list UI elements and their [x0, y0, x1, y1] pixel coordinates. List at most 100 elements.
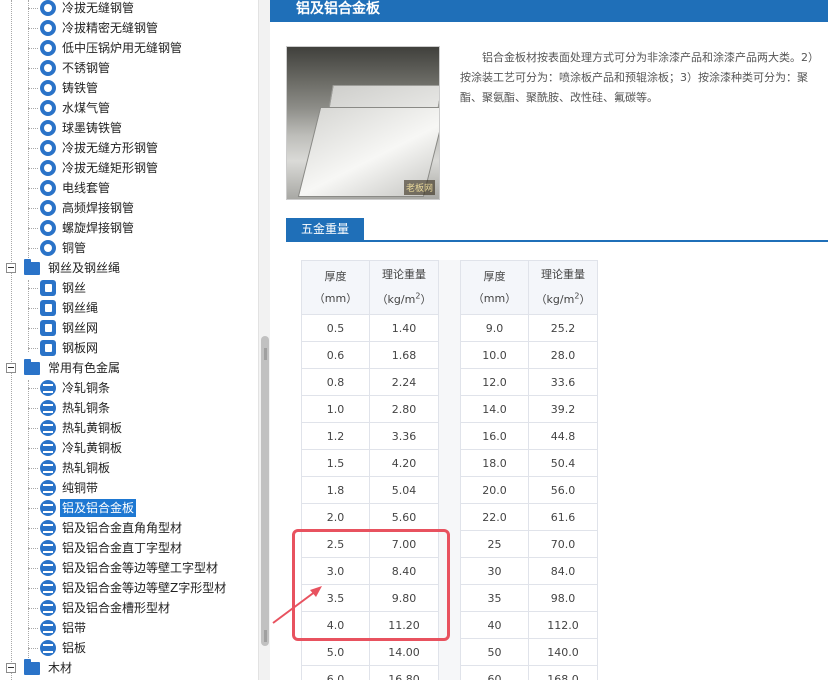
tree-item[interactable]: 钢丝绳 — [40, 298, 100, 318]
tree-connector — [28, 648, 38, 649]
folder-icon — [24, 358, 40, 375]
collapse-toggle-icon[interactable] — [6, 363, 16, 373]
tree-connector — [28, 528, 38, 529]
tree-group[interactable]: 常用有色金属 — [6, 358, 122, 378]
tree-item-label: 铝及铝合金槽形型材 — [62, 601, 171, 615]
table-header-row: 厚度 （mm） 理论重量 （kg/m2） — [460, 260, 598, 315]
tree-item[interactable]: 热轧铜条 — [40, 398, 112, 418]
tree-item-label: 铝及铝合金等边等壁工字型材 — [62, 561, 219, 575]
tree-item-label: 螺旋焊接钢管 — [62, 221, 135, 235]
table-row: 14.0 39.2 — [460, 395, 598, 423]
metal-item-icon — [40, 640, 56, 656]
tree-item[interactable]: 铝板 — [40, 638, 88, 658]
collapse-toggle-icon[interactable] — [6, 263, 16, 273]
table-row: 5.0 14.00 — [301, 638, 439, 666]
tree-item[interactable]: 高频焊接钢管 — [40, 198, 136, 218]
cell-weight: 2.24 — [369, 368, 439, 396]
header-label: 厚度 — [483, 269, 506, 283]
cell-thickness: 10.0 — [460, 341, 529, 369]
scrollbar-thumb[interactable] — [261, 336, 269, 646]
tree-item-label: 热轧黄铜板 — [62, 421, 123, 435]
tree-item[interactable]: 冷拔无缝方形钢管 — [40, 138, 160, 158]
tree-item[interactable]: 铝及铝合金直丁字型材 — [40, 538, 184, 558]
tree-connector — [11, 0, 12, 680]
tree-connector — [28, 148, 38, 149]
tree-item-label: 热轧铜条 — [62, 401, 111, 415]
cell-weight: 84.0 — [528, 557, 598, 585]
cell-thickness: 35 — [460, 584, 529, 612]
document-icon — [40, 320, 56, 336]
tree-group[interactable]: 木材 — [6, 658, 74, 678]
tab-underline — [286, 240, 828, 242]
cell-weight: 50.4 — [528, 449, 598, 477]
tree-item[interactable]: 铸铁管 — [40, 78, 100, 98]
product-description: 铝合金板材按表面处理方式可分为非涂漆产品和涂漆产品两大类。2）按涂装工艺可分为：… — [460, 51, 819, 104]
tree-item[interactable]: 不锈钢管 — [40, 58, 112, 78]
tree-item[interactable]: 冷轧铜条 — [40, 378, 112, 398]
table-row: 18.0 50.4 — [460, 449, 598, 477]
tree-connector — [28, 568, 38, 569]
grip-icon — [264, 348, 267, 360]
cell-thickness: 0.5 — [301, 314, 370, 342]
tree-connector — [28, 628, 38, 629]
cell-thickness: 14.0 — [460, 395, 529, 423]
cell-weight: 112.0 — [528, 611, 598, 639]
circle-item-icon — [40, 120, 56, 136]
tree-item[interactable]: 纯铜带 — [40, 478, 100, 498]
cell-weight: 28.0 — [528, 341, 598, 369]
category-tree: 冷拔无缝钢管 冷拔精密无缝钢管 低中压锅炉用无缝钢管 不锈钢管 铸铁管 水煤气管 球墨铸铁管… — [0, 0, 258, 680]
table-row: 0.5 1.40 — [301, 314, 439, 342]
header-unit: （mm） — [313, 291, 358, 305]
tree-item[interactable]: 球墨铸铁管 — [40, 118, 124, 138]
tree-group[interactable]: 钢丝及钢丝绳 — [6, 258, 122, 278]
tree-item[interactable]: 铝带 — [40, 618, 88, 638]
document-icon — [40, 280, 56, 296]
cell-thickness: 30 — [460, 557, 529, 585]
tree-item[interactable]: 低中压锅炉用无缝钢管 — [40, 38, 184, 58]
tree-item[interactable]: 钢丝 — [40, 278, 88, 298]
tab-hardware-weight[interactable]: 五金重量 — [286, 218, 364, 240]
tree-item-selected[interactable]: 铝及铝合金板 — [40, 498, 137, 518]
table-row: 22.0 61.6 — [460, 503, 598, 531]
table-row: 6.0 16.80 — [301, 665, 439, 680]
metal-item-icon — [40, 520, 56, 536]
cell-weight: 44.8 — [528, 422, 598, 450]
tree-item[interactable]: 钢丝网 — [40, 318, 100, 338]
tree-item[interactable]: 螺旋焊接钢管 — [40, 218, 136, 238]
tree-item[interactable]: 冷轧黄铜板 — [40, 438, 124, 458]
tree-item-label: 钢板网 — [62, 341, 99, 355]
tree-item[interactable]: 铝及铝合金直角角型材 — [40, 518, 184, 538]
table-row: 25 70.0 — [460, 530, 598, 558]
circle-item-icon — [40, 160, 56, 176]
tree-item[interactable]: 热轧黄铜板 — [40, 418, 124, 438]
collapse-toggle-icon[interactable] — [6, 663, 16, 673]
tree-connector — [28, 48, 38, 49]
tree-item[interactable]: 铝及铝合金等边等壁Z字形型材 — [40, 578, 228, 598]
circle-item-icon — [40, 60, 56, 76]
cell-thickness: 18.0 — [460, 449, 529, 477]
tree-item[interactable]: 铝及铝合金槽形型材 — [40, 598, 172, 618]
tree-item[interactable]: 冷拔无缝矩形钢管 — [40, 158, 160, 178]
cell-thickness: 12.0 — [460, 368, 529, 396]
tree-item[interactable]: 冷拔精密无缝钢管 — [40, 18, 160, 38]
tree-item[interactable]: 电线套管 — [40, 178, 112, 198]
metal-item-icon — [40, 600, 56, 616]
metal-item-icon — [40, 400, 56, 416]
tree-connector — [28, 388, 38, 389]
tree-item[interactable]: 热轧铜板 — [40, 458, 112, 478]
tree-item-label: 高频焊接钢管 — [62, 201, 135, 215]
cell-weight: 3.36 — [369, 422, 439, 450]
cell-weight: 25.2 — [528, 314, 598, 342]
tree-item-label: 铝及铝合金板 — [60, 499, 137, 517]
tree-item-label: 冷拔无缝方形钢管 — [62, 141, 159, 155]
cell-weight: 16.80 — [369, 665, 439, 680]
tree-item-label: 铜管 — [62, 241, 87, 255]
tree-item[interactable]: 钢板网 — [40, 338, 100, 358]
weight-table-right: 厚度 （mm） 理论重量 （kg/m2） 9.0 25.2 10.0 28.0 12.0 33.6… — [460, 260, 598, 680]
tree-item[interactable]: 铝及铝合金等边等壁工字型材 — [40, 558, 220, 578]
cell-weight: 70.0 — [528, 530, 598, 558]
tree-item[interactable]: 水煤气管 — [40, 98, 112, 118]
tree-scrollbar[interactable] — [258, 0, 270, 680]
tree-item[interactable]: 冷拔无缝钢管 — [40, 0, 136, 18]
tree-item[interactable]: 铜管 — [40, 238, 88, 258]
